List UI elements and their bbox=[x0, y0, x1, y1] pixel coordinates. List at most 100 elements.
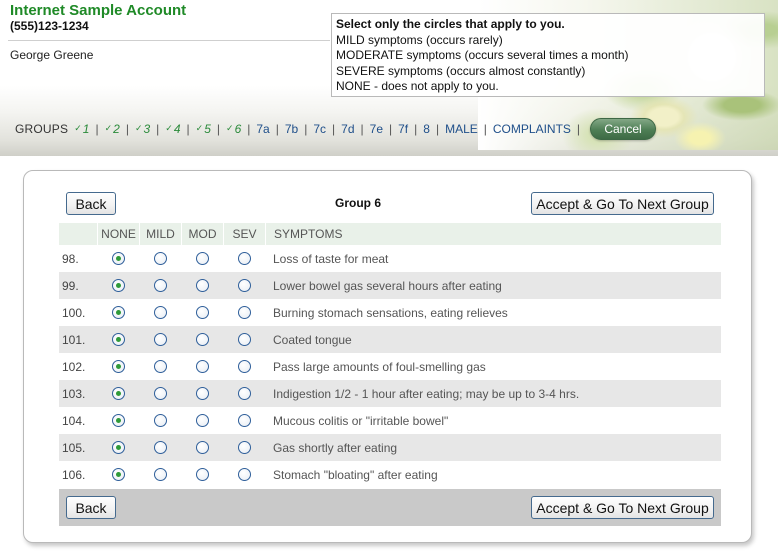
radio-mild[interactable] bbox=[153, 306, 167, 319]
group-link-7a[interactable]: 7a bbox=[256, 122, 269, 136]
nav-separator: | bbox=[275, 122, 279, 136]
option-cell-sev bbox=[223, 434, 265, 461]
radio-sev[interactable] bbox=[237, 333, 251, 346]
question-number: 101. bbox=[62, 332, 86, 347]
table-row: 102. Pass large amounts of foul-smelling … bbox=[59, 353, 721, 380]
group-link-7f[interactable]: 7f bbox=[398, 122, 408, 136]
group-link-7d[interactable]: 7d bbox=[341, 122, 354, 136]
nav-separator: | bbox=[389, 122, 393, 136]
radio-mild[interactable] bbox=[153, 360, 167, 373]
radio-none[interactable] bbox=[111, 441, 125, 454]
option-cell-none bbox=[97, 434, 139, 461]
nav-separator: | bbox=[483, 122, 487, 136]
radio-sev[interactable] bbox=[237, 252, 251, 265]
completed-check-icon: ✓ bbox=[74, 123, 82, 133]
radio-none[interactable] bbox=[111, 333, 125, 346]
accept-next-group-button-bottom[interactable]: Accept & Go To Next Group bbox=[531, 496, 714, 519]
user-name: George Greene bbox=[10, 48, 94, 62]
nav-separator: | bbox=[360, 122, 364, 136]
group-link-male[interactable]: MALE bbox=[445, 122, 478, 136]
option-cell-none bbox=[97, 353, 139, 380]
radio-mod[interactable] bbox=[195, 333, 209, 346]
option-cell-mild bbox=[139, 434, 181, 461]
group-link-5[interactable]: ✓5 bbox=[196, 122, 211, 136]
radio-sev[interactable] bbox=[237, 360, 251, 373]
option-cell-none bbox=[97, 299, 139, 326]
radio-none[interactable] bbox=[111, 306, 125, 319]
instructions-legend: Select only the circles that apply to yo… bbox=[331, 13, 765, 97]
group-link-7e[interactable]: 7e bbox=[370, 122, 383, 136]
group-link-complaints[interactable]: COMPLAINTS bbox=[493, 122, 571, 136]
radio-mod[interactable] bbox=[195, 360, 209, 373]
nav-separator: | bbox=[332, 122, 336, 136]
radio-mild[interactable] bbox=[153, 387, 167, 400]
radio-sev[interactable] bbox=[237, 468, 251, 481]
back-button-bottom[interactable]: Back bbox=[66, 496, 116, 519]
table-row: 106. Stomach "bloating" after eating bbox=[59, 461, 721, 488]
back-button-top[interactable]: Back bbox=[66, 192, 116, 215]
group-link-label: COMPLAINTS bbox=[492, 122, 571, 136]
cancel-button[interactable]: Cancel bbox=[590, 118, 657, 140]
radio-sev[interactable] bbox=[237, 306, 251, 319]
group-link-label: 3 bbox=[143, 122, 151, 136]
radio-mild[interactable] bbox=[153, 468, 167, 481]
completed-check-icon: ✓ bbox=[165, 123, 173, 133]
table-row: 100. Burning stomach sensations, eating r… bbox=[59, 299, 721, 326]
option-cell-none bbox=[97, 245, 139, 272]
radio-mild[interactable] bbox=[153, 279, 167, 292]
table-row: 105. Gas shortly after eating bbox=[59, 434, 721, 461]
symptom-text: Burning stomach sensations, eating relie… bbox=[273, 305, 508, 320]
group-link-7c[interactable]: 7c bbox=[313, 122, 326, 136]
group-link-7b[interactable]: 7b bbox=[285, 122, 298, 136]
option-cell-mild bbox=[139, 272, 181, 299]
accept-next-group-button-top[interactable]: Accept & Go To Next Group bbox=[531, 192, 714, 215]
group-link-2[interactable]: ✓2 bbox=[105, 122, 120, 136]
column-header-mild: MILD bbox=[139, 223, 181, 245]
radio-mild[interactable] bbox=[153, 441, 167, 454]
radio-sev[interactable] bbox=[237, 441, 251, 454]
radio-mild[interactable] bbox=[153, 333, 167, 346]
option-cell-mod bbox=[181, 326, 223, 353]
radio-none[interactable] bbox=[111, 252, 125, 265]
completed-check-icon: ✓ bbox=[226, 123, 234, 133]
group-link-8[interactable]: 8 bbox=[423, 122, 430, 136]
symptom-text: Pass large amounts of foul-smelling gas bbox=[273, 359, 486, 374]
group-title: Group 6 bbox=[334, 196, 381, 210]
legend-none: NONE - does not apply to you. bbox=[336, 79, 499, 93]
symptom-text: Loss of taste for meat bbox=[273, 251, 389, 266]
nav-separator: | bbox=[216, 122, 221, 136]
radio-mod[interactable] bbox=[195, 387, 209, 400]
radio-sev[interactable] bbox=[237, 387, 251, 400]
radio-none[interactable] bbox=[111, 387, 125, 400]
symptom-text: Gas shortly after eating bbox=[273, 440, 398, 455]
question-number: 100. bbox=[62, 305, 86, 320]
legend-moderate: MODERATE symptoms (occurs several times … bbox=[336, 48, 629, 62]
radio-mod[interactable] bbox=[195, 279, 209, 292]
group-link-1[interactable]: ✓1 bbox=[74, 122, 89, 136]
radio-none[interactable] bbox=[111, 414, 125, 427]
option-cell-mild bbox=[139, 380, 181, 407]
group-link-label: 7d bbox=[341, 122, 355, 136]
radio-mod[interactable] bbox=[195, 252, 209, 265]
radio-none[interactable] bbox=[111, 468, 125, 481]
table-body: 98. Loss of taste for meat 99. Lower bowel … bbox=[59, 245, 721, 488]
table-row: 101. Coated tongue bbox=[59, 326, 721, 353]
radio-mod[interactable] bbox=[195, 468, 209, 481]
radio-sev[interactable] bbox=[237, 279, 251, 292]
radio-mod[interactable] bbox=[195, 441, 209, 454]
group-link-6[interactable]: ✓6 bbox=[226, 122, 241, 136]
group-link-4[interactable]: ✓4 bbox=[165, 122, 180, 136]
radio-mild[interactable] bbox=[153, 252, 167, 265]
group-link-label: 2 bbox=[113, 122, 120, 136]
radio-mild[interactable] bbox=[153, 414, 167, 427]
group-link-label: 6 bbox=[234, 122, 242, 136]
option-cell-none bbox=[97, 380, 139, 407]
radio-mod[interactable] bbox=[195, 306, 209, 319]
group-link-3[interactable]: ✓3 bbox=[135, 122, 150, 136]
radio-none[interactable] bbox=[111, 360, 125, 373]
radio-mod[interactable] bbox=[195, 414, 209, 427]
radio-sev[interactable] bbox=[237, 414, 251, 427]
option-cell-mod bbox=[181, 299, 223, 326]
radio-none[interactable] bbox=[111, 279, 125, 292]
nav-separator: | bbox=[156, 122, 160, 136]
